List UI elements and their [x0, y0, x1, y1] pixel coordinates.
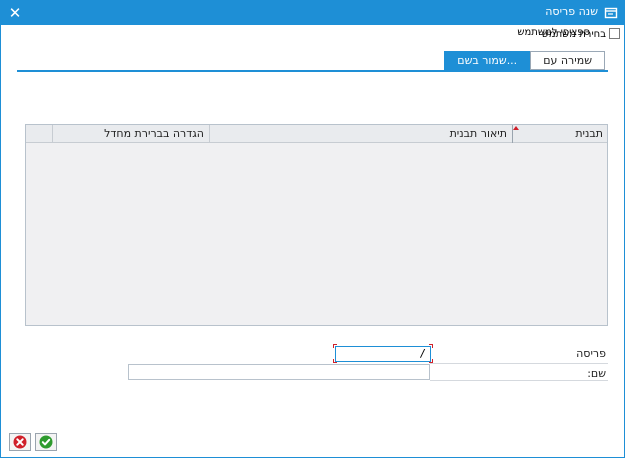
- tab-save-with-label: שמירה עם: [543, 54, 592, 67]
- tab-bar: שמירה עם שמור בשם...: [444, 51, 605, 70]
- column-description-label: תיאור תבנית: [449, 127, 507, 140]
- layout-window-icon: [604, 7, 618, 19]
- focus-corner: [429, 344, 433, 348]
- window-title: שנה פריסה: [545, 5, 598, 18]
- close-button[interactable]: ✕: [6, 4, 24, 22]
- title-bar: שנה פריסה ✕: [1, 1, 624, 25]
- sort-indicator-icon: [513, 126, 519, 130]
- period-input[interactable]: /: [335, 346, 431, 362]
- tab-underline: [17, 70, 608, 72]
- column-header-description[interactable]: תיאור תבנית: [209, 125, 511, 143]
- period-label: פריסה: [576, 347, 606, 360]
- column-header-default-setting[interactable]: הגדרה בברירת מחדל: [52, 125, 208, 143]
- close-icon: ✕: [8, 4, 22, 22]
- row-separator: [430, 380, 608, 381]
- column-default-label: הגדרה בברירת מחדל: [104, 127, 204, 140]
- grid-header: תבנית תיאור תבנית הגדרה בברירת מחדל: [26, 125, 607, 143]
- cancel-button[interactable]: [9, 433, 31, 451]
- cancel-icon: [13, 435, 27, 449]
- confirm-button[interactable]: [35, 433, 57, 451]
- column-template-label: תבנית: [575, 127, 603, 140]
- name-input[interactable]: [128, 364, 430, 380]
- checkmark-icon: [39, 435, 53, 449]
- user-specific-checkbox[interactable]: [609, 27, 620, 39]
- row-separator: [430, 363, 608, 364]
- column-header-blank: [26, 125, 51, 143]
- focus-corner: [333, 344, 337, 348]
- user-specific-option[interactable]: בחירת משתמש ספציפי למשתמש: [517, 26, 620, 40]
- checkbox-label-overlay: ספציפי למשתמש: [517, 26, 590, 38]
- layouts-grid[interactable]: תבנית תיאור תבנית הגדרה בברירת מחדל: [25, 124, 608, 326]
- dialog-window: שנה פריסה ✕ בחירת משתמש ספציפי למשתמש שמ…: [0, 0, 625, 458]
- column-header-template[interactable]: תבנית: [512, 125, 607, 143]
- tab-save-as-label: שמור בשם...: [457, 54, 518, 67]
- focus-corner: [333, 359, 337, 363]
- name-label: שם:: [587, 367, 606, 380]
- tab-save-as[interactable]: שמור בשם...: [444, 51, 531, 70]
- tab-save-with[interactable]: שמירה עם: [530, 51, 605, 70]
